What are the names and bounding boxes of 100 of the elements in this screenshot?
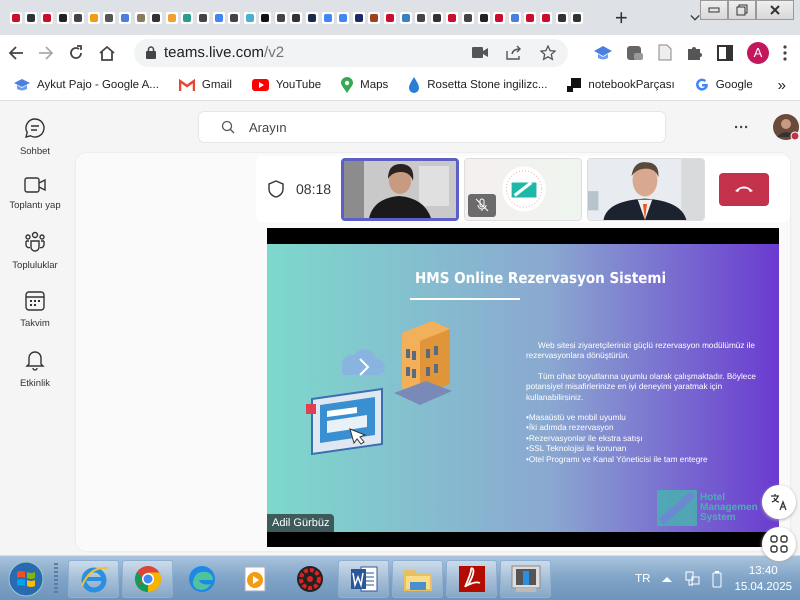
profile-avatar[interactable]: A — [747, 42, 769, 64]
favicon-icon[interactable] — [56, 10, 70, 24]
logo-icon — [657, 490, 697, 526]
wave-logo-icon — [186, 564, 216, 594]
video-camera-icon — [24, 177, 46, 193]
clock-date: 15.04.2025 — [734, 580, 792, 594]
monitor-icon — [510, 564, 542, 594]
share-icon[interactable] — [506, 45, 522, 60]
people-icon — [24, 231, 46, 253]
favicon-icon[interactable] — [258, 10, 272, 24]
favicon-icon[interactable] — [196, 10, 210, 24]
gear-icon — [294, 564, 324, 594]
bullet-item: •İki adımda rezervasyon — [526, 423, 615, 434]
logo-text: Hotel — [700, 493, 726, 503]
puzzle-icon[interactable] — [686, 44, 703, 61]
graduation-cap-icon[interactable] — [594, 44, 612, 60]
search-field[interactable]: Arayın — [198, 111, 666, 143]
user-avatar[interactable] — [773, 114, 799, 140]
bookmark-link[interactable]: notebookParçası — [588, 79, 675, 91]
video-camera-icon[interactable] — [472, 47, 488, 58]
taskbar-app[interactable] — [338, 560, 389, 598]
favicon-icon[interactable] — [149, 10, 164, 24]
taskbar-app[interactable] — [446, 560, 497, 598]
chrome-logo-icon — [132, 564, 162, 594]
favicon-icon[interactable] — [461, 10, 476, 24]
logo-text: Managemen — [700, 503, 758, 513]
menu-icon[interactable] — [783, 44, 787, 60]
favicon-icon[interactable] — [476, 10, 491, 24]
document-icon — [348, 564, 378, 594]
mail-icon — [178, 79, 195, 91]
pdf-icon — [456, 564, 486, 594]
clock-time: 13:40 — [748, 564, 778, 578]
bell-icon — [25, 349, 45, 371]
favicon-icon[interactable] — [24, 10, 38, 24]
address-bar[interactable]: teams.live.com/v2 — [134, 38, 568, 66]
taskbar-app[interactable] — [500, 560, 551, 598]
bullet-item: •Otel Programı ve Kanal Yöneticisi ile tam entegre — [526, 454, 709, 466]
bullet-item: •Rezervasyonlar ile ekstra satışı — [526, 434, 644, 444]
more-bookmarks-button[interactable]: » — [778, 76, 786, 94]
bookmark-link[interactable]: YouTube — [276, 79, 322, 91]
favicon-icon[interactable] — [414, 10, 428, 24]
bookmark-link[interactable]: Aykut Pajo - Google A... — [37, 79, 159, 91]
taskbar-app[interactable] — [122, 560, 173, 598]
presenter-name: Adil Gürbüz — [267, 514, 334, 532]
restore-button[interactable] — [728, 0, 756, 20]
bullet-item: •Masaüstü ve mobil uyumlu — [526, 413, 627, 422]
bookmark-link[interactable]: Rosetta Stone ingilizc... — [427, 79, 548, 91]
nav-item[interactable]: Takvim — [20, 291, 50, 329]
side-panel-icon[interactable] — [717, 44, 733, 60]
chat-icon — [24, 117, 46, 139]
caret-up-icon[interactable] — [662, 576, 672, 582]
close-button[interactable] — [756, 0, 794, 20]
new-tab-button[interactable]: + — [612, 4, 630, 30]
favicon-icon[interactable] — [71, 10, 86, 24]
favicon-icon[interactable] — [367, 10, 382, 24]
slide-title: HMS Online Rezervasyon Sistemi — [415, 269, 666, 287]
favicon-icon[interactable] — [570, 10, 584, 24]
url-text: teams.live.com/v2 — [164, 44, 284, 61]
search-placeholder: Arayın — [249, 120, 287, 134]
favicon-icon[interactable] — [352, 10, 366, 24]
home-icon[interactable] — [98, 44, 116, 60]
call-timer: 08:18 — [296, 181, 332, 197]
bookmark-link[interactable]: Google — [716, 79, 753, 91]
nav-item[interactable]: Etkinlik — [20, 349, 50, 389]
favicon-icon[interactable] — [430, 10, 444, 24]
star-icon[interactable] — [540, 44, 556, 60]
favicon-icon[interactable] — [554, 10, 569, 24]
restore-icon — [736, 4, 748, 16]
bookmark-link[interactable]: Gmail — [202, 79, 232, 91]
nav-item[interactable]: Toplantı yap — [9, 177, 61, 211]
more-options-button[interactable]: ··· — [728, 118, 755, 136]
extension-icon[interactable] — [626, 44, 644, 60]
favicon-icon[interactable] — [289, 10, 304, 24]
shield-icon — [268, 180, 284, 198]
favicon-icon[interactable] — [305, 10, 320, 24]
nav-item[interactable]: Sohbet — [20, 117, 50, 157]
favicon-icon[interactable] — [102, 10, 116, 24]
chevron-down-icon[interactable] — [690, 14, 700, 22]
end-call-button[interactable] — [719, 172, 769, 206]
minimize-button[interactable] — [700, 0, 728, 20]
reload-icon[interactable] — [68, 44, 84, 60]
slide-paragraph: Tüm cihaz boyutlarına uyumlu olarak çalışmaktadır. Böylece potansiyel misafirlerinize en iyi deneyimi yaratmak için kullanabilirsiniz. — [526, 372, 757, 404]
close-icon — [769, 4, 781, 16]
translate-icon — [770, 493, 788, 511]
start-button[interactable] — [8, 560, 44, 596]
favicon-icon[interactable] — [274, 10, 288, 24]
bullet-item: •SSL Teknolojisi ile korunan — [526, 444, 628, 455]
drop-icon — [408, 77, 420, 93]
battery-icon[interactable] — [712, 570, 722, 588]
calendar-icon — [25, 291, 45, 311]
favicon-icon[interactable] — [227, 10, 242, 24]
network-icon[interactable] — [684, 570, 700, 586]
search-icon — [221, 120, 235, 134]
bookmark-link[interactable]: Maps — [360, 79, 388, 91]
graduation-cap-icon — [14, 78, 30, 92]
nav-item[interactable]: Topluluklar — [12, 231, 58, 271]
logo-text: System — [700, 513, 736, 523]
back-icon[interactable] — [8, 44, 24, 60]
lock-icon — [146, 46, 156, 59]
document-icon[interactable] — [658, 44, 672, 61]
